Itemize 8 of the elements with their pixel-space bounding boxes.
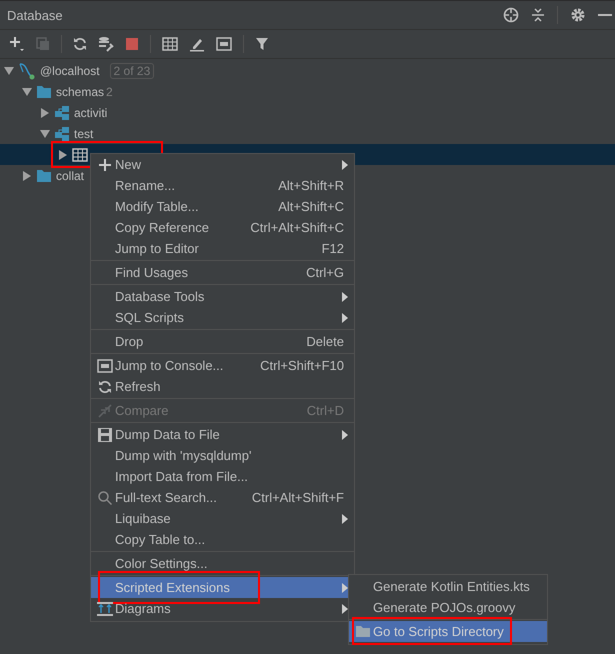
tree-label: collat (56, 168, 84, 182)
panel-title: Database (7, 8, 63, 22)
match-badge: 2 of 23 (110, 62, 154, 78)
tree-label: schemas (56, 84, 104, 98)
tree-label: activiti (74, 106, 108, 120)
item-count: 2 (106, 84, 113, 98)
tree-label: @localhost (40, 64, 100, 78)
tree-label: test (74, 126, 94, 140)
